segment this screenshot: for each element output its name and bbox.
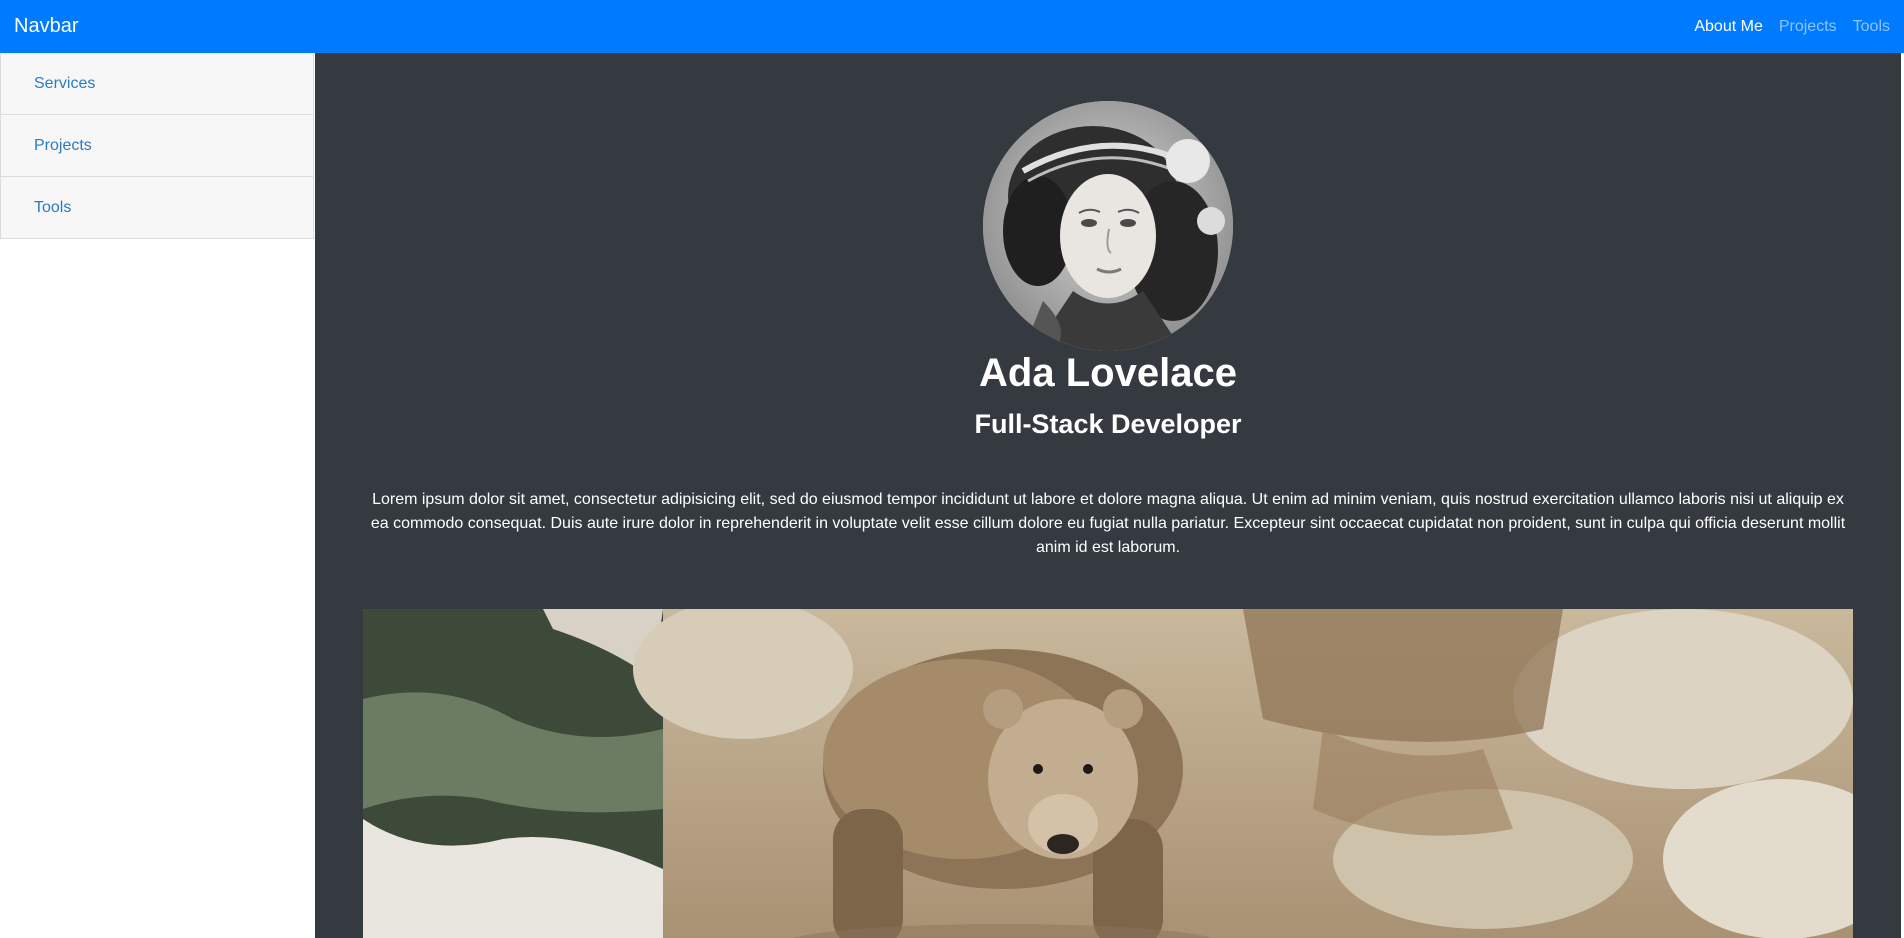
navbar-links: About Me Projects Tools [1694, 18, 1890, 36]
profile-role: Full-Stack Developer [974, 409, 1242, 439]
sidebar: Services Projects Tools [0, 53, 314, 938]
profile-bio: Lorem ipsum dolor sit amet, consectetur … [370, 491, 1846, 556]
avatar-portrait-image [983, 101, 1233, 351]
avatar [983, 101, 1233, 351]
sidebar-item-services[interactable]: Services [0, 53, 314, 115]
nav-link-about-me[interactable]: About Me [1694, 18, 1762, 36]
profile-name: Ada Lovelace [979, 351, 1237, 395]
main-content: Ada Lovelace Full-Stack Developer Lorem … [315, 53, 1901, 938]
nav-link-tools[interactable]: Tools [1853, 18, 1890, 36]
sidebar-item-projects[interactable]: Projects [0, 115, 314, 177]
top-navbar: Navbar About Me Projects Tools [0, 0, 1904, 53]
bear-photo [363, 609, 1853, 938]
sidebar-item-tools[interactable]: Tools [0, 177, 314, 239]
bear-image [363, 609, 1853, 938]
nav-link-projects[interactable]: Projects [1779, 18, 1837, 36]
navbar-brand[interactable]: Navbar [14, 15, 78, 38]
